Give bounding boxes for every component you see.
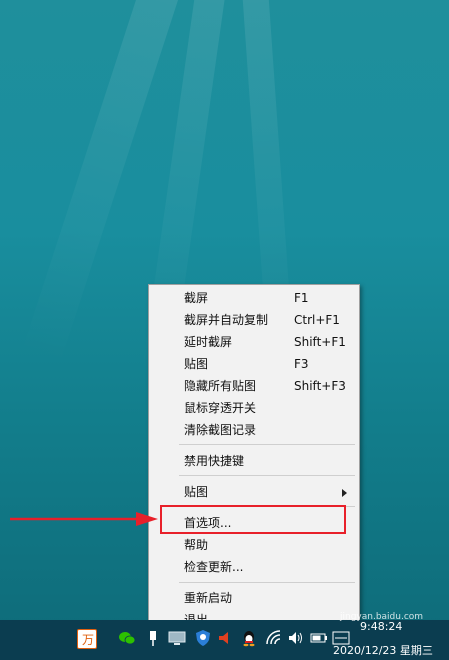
red-arrow-icon	[10, 512, 158, 526]
app-orange-icon[interactable]: 万	[77, 629, 97, 649]
shield-icon[interactable]	[194, 629, 212, 647]
menu-item-pin-submenu[interactable]: 贴图	[149, 482, 359, 502]
speaker-icon[interactable]	[287, 629, 305, 647]
context-menu: 截屏 F1 截屏并自动复制 Ctrl+F1 延时截屏 Shift+F1 贴图 F…	[148, 284, 360, 632]
menu-item-label: 帮助	[184, 538, 209, 552]
menu-item-disable-hotkeys[interactable]: 禁用快捷键	[149, 451, 359, 471]
svg-text:万: 万	[82, 633, 94, 647]
battery-icon[interactable]	[310, 629, 328, 647]
watermark: jingyan.baidu.com	[340, 612, 424, 622]
menu-item-delayed-screenshot[interactable]: 延时截屏 Shift+F1	[149, 332, 359, 352]
menu-item-label: 鼠标穿透开关	[184, 401, 257, 415]
menu-item-restart[interactable]: 重新启动	[149, 588, 359, 608]
menu-separator	[179, 475, 355, 476]
menu-item-shortcut: Shift+F3	[294, 379, 346, 393]
menu-item-label: 延时截屏	[184, 335, 233, 349]
menu-item-label: 隐藏所有贴图	[184, 379, 257, 393]
menu-separator	[179, 444, 355, 445]
submenu-arrow-icon	[342, 489, 347, 497]
menu-item-label: 清除截图记录	[184, 423, 257, 437]
menu-separator	[179, 582, 355, 583]
highlight-box	[160, 505, 346, 534]
menu-item-label: 截屏	[184, 291, 209, 305]
menu-item-screenshot[interactable]: 截屏 F1	[149, 288, 359, 308]
menu-item-label: 检查更新...	[184, 560, 244, 574]
monitor-icon[interactable]	[168, 629, 186, 647]
menu-item-shortcut: Shift+F1	[294, 335, 346, 349]
taskbar: 万 9:48:24 2020/12/23 星期三	[0, 620, 449, 660]
menu-item-label: 重新启动	[184, 591, 233, 605]
menu-item-shortcut: F1	[294, 291, 309, 305]
menu-item-check-updates[interactable]: 检查更新...	[149, 557, 359, 577]
menu-item-help[interactable]: 帮助	[149, 535, 359, 555]
menu-item-shortcut: F3	[294, 357, 309, 371]
wechat-icon[interactable]	[118, 629, 136, 647]
menu-item-shortcut: Ctrl+F1	[294, 313, 340, 327]
wifi-icon[interactable]	[265, 629, 283, 647]
menu-item-label: 贴图	[184, 357, 209, 371]
menu-item-hide-pins[interactable]: 隐藏所有贴图 Shift+F3	[149, 376, 359, 396]
qq-icon[interactable]	[240, 629, 258, 647]
pin-icon[interactable]	[144, 629, 162, 647]
menu-item-label: 贴图	[184, 485, 209, 499]
menu-item-label: 截屏并自动复制	[184, 313, 269, 327]
menu-item-mouse-passthrough[interactable]: 鼠标穿透开关	[149, 398, 359, 418]
menu-item-pin[interactable]: 贴图 F3	[149, 354, 359, 374]
menu-item-label: 禁用快捷键	[184, 454, 245, 468]
volume-warning-icon[interactable]	[217, 629, 235, 647]
menu-item-screenshot-copy[interactable]: 截屏并自动复制 Ctrl+F1	[149, 310, 359, 330]
menu-item-clear-history[interactable]: 清除截图记录	[149, 420, 359, 440]
clock-date[interactable]: 2020/12/23 星期三	[333, 642, 433, 658]
